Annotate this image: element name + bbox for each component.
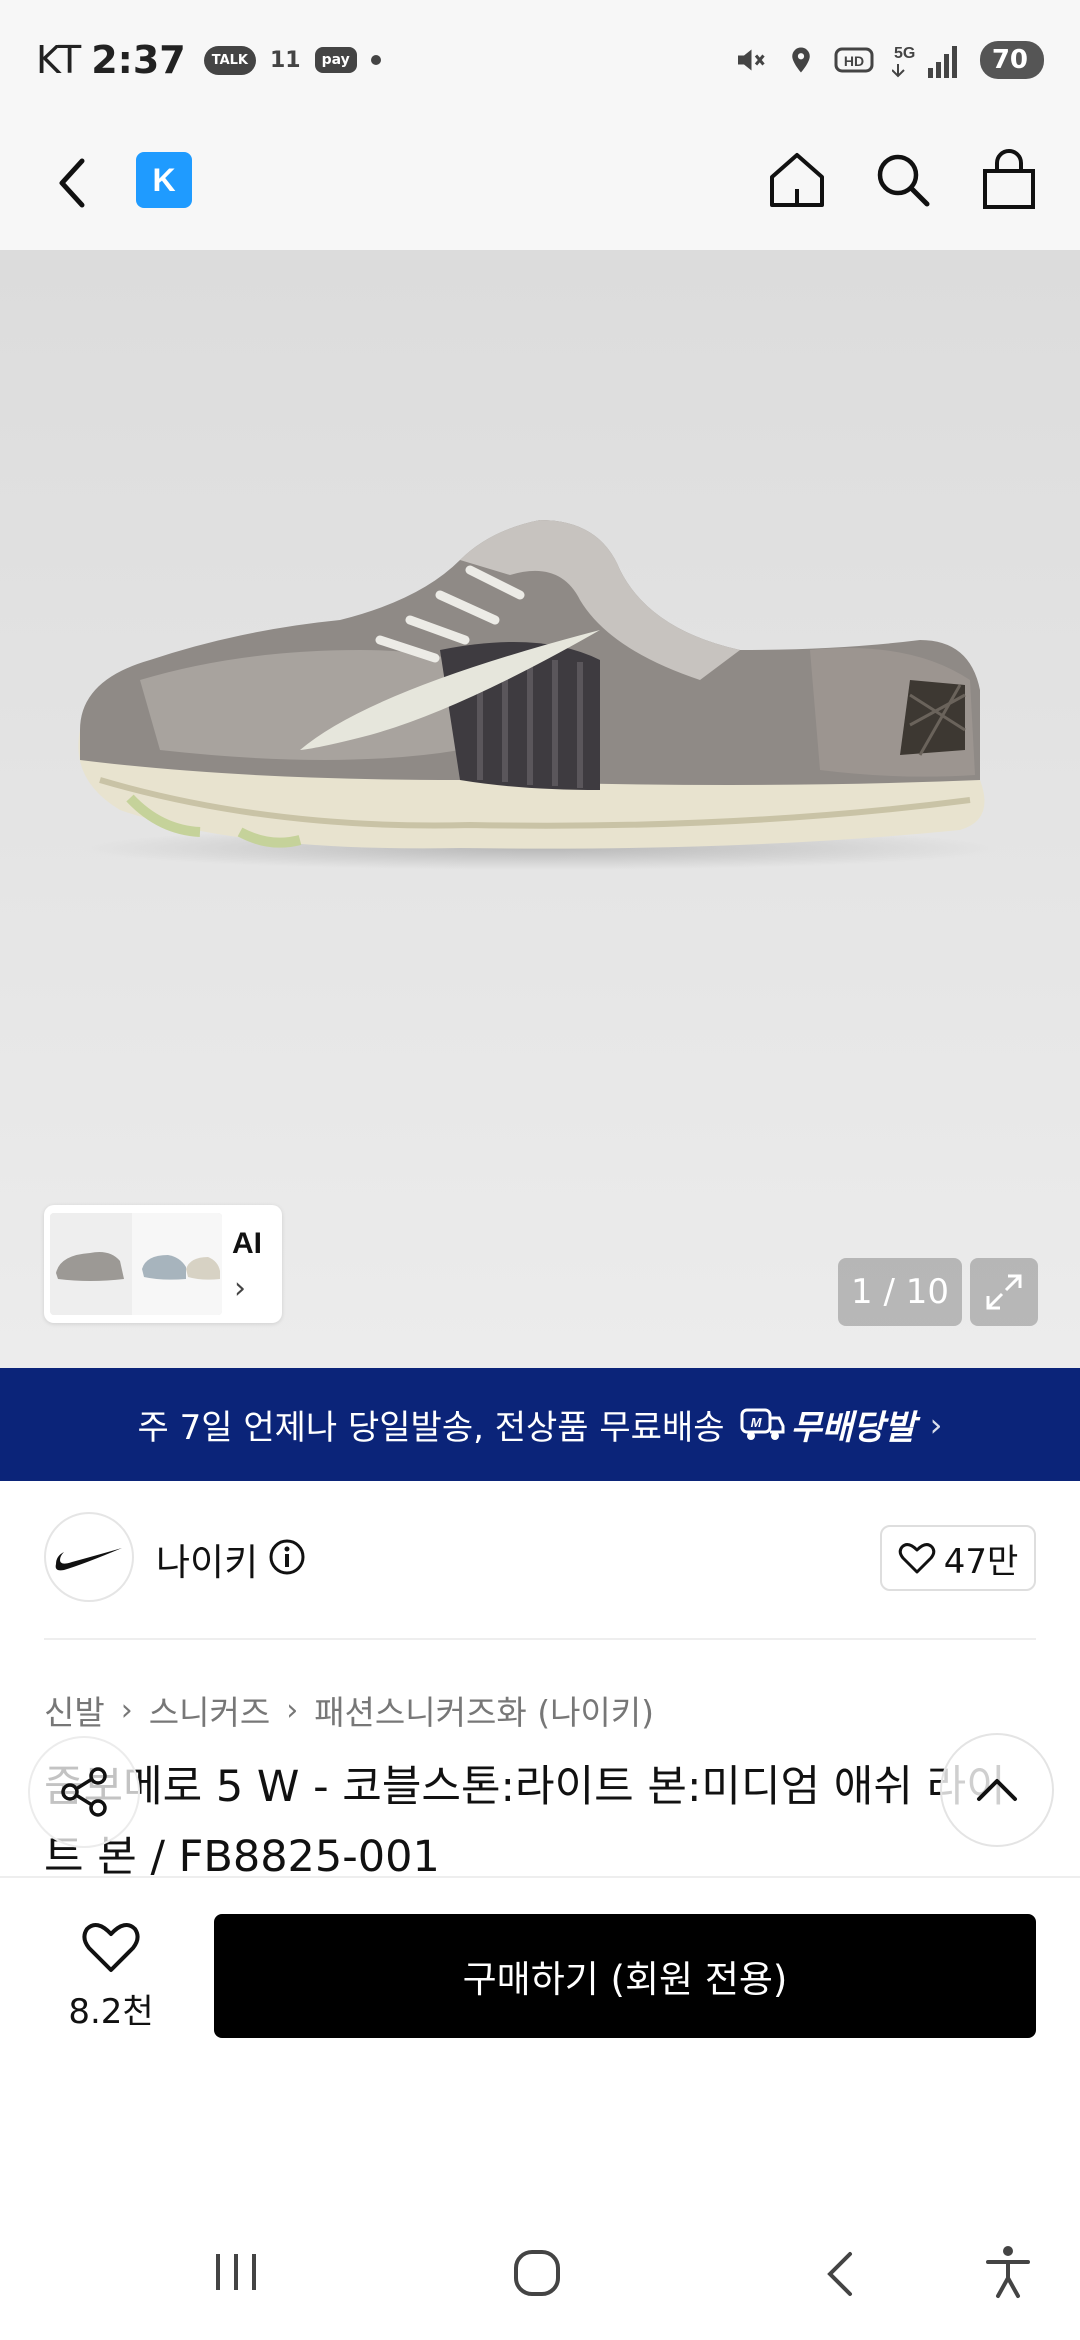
eleven-street-notification-icon: 11 [270,47,301,73]
home-button[interactable] [766,140,828,220]
notification-icons: TALK 11 pay [203,45,381,75]
carrier-label: KT [36,38,82,82]
home-nav-button[interactable] [512,2250,562,2300]
fullscreen-button[interactable] [970,1258,1038,1326]
svg-text:5G: 5G [894,45,915,62]
back-nav-button[interactable] [822,2250,858,2302]
share-button[interactable] [28,1736,140,1848]
svg-text:M: M [750,1415,762,1430]
brand-favorite-button[interactable]: 47만 [880,1525,1036,1591]
system-navigation-bar [0,2200,1080,2340]
delivery-truck-icon: M [740,1408,785,1440]
chevron-right-icon: › [286,1692,299,1728]
share-icon [61,1767,107,1817]
brand-row: 나이키 47만 [44,1512,1036,1602]
accessibility-icon [986,2246,1030,2298]
home-circle-icon [514,2250,560,2296]
cart-button[interactable] [978,140,1040,220]
promo-badge: 무배당발 [790,1408,916,1448]
free-same-day-logo: M 무배당발 [739,1400,916,1449]
nike-swoosh-icon [55,1548,122,1571]
kream-logo[interactable]: K [136,152,192,208]
product-title: 줌보메로 5 W - 코블스톤:라이트 본:미디엄 애쉬 라이트 본 / FB8… [44,1762,1006,1882]
app-header: K [0,120,1080,352]
chevron-right-icon: › [234,1271,246,1306]
ai-related-items-card[interactable]: AI › [44,1205,282,1323]
more-notifications-dot [370,55,381,65]
breadcrumb-item[interactable]: 신발 [44,1686,105,1734]
heart-outline-icon [82,1923,140,1972]
delivery-promo-banner[interactable]: 주 7일 언제나 당일발송, 전상품 무료배송 M 무배당발 › [0,1368,1080,1481]
bottom-action-bar: 8.2천 구매하기 (회원 전용) [0,1876,1080,2101]
system-icons: HD 5G 70 [732,40,1044,80]
recent-apps-button[interactable] [212,2250,260,2298]
divider [44,1638,1036,1640]
accessibility-button[interactable] [984,2244,1032,2304]
clock: 2:37 [91,38,186,82]
scroll-to-top-button[interactable] [940,1733,1054,1847]
ai-label: AI [232,1227,262,1260]
brand-info-button[interactable] [268,1538,306,1580]
5g-signal-icon: 5G [891,45,957,78]
chevron-left-icon [827,2252,852,2296]
breadcrumb: 신발 › 스니커즈 › 패션스니커즈화 (나이키) [44,1686,654,1734]
pay-notification-icon: pay [314,47,357,73]
recent-apps-icon [216,2254,256,2290]
product-image-gallery[interactable]: AI › 1 / 10 [0,250,1080,1368]
breadcrumb-item[interactable]: 스니커즈 [149,1686,270,1734]
chevron-up-icon [977,1779,1017,1801]
search-button[interactable] [872,140,934,220]
brand-name[interactable]: 나이키 [156,1532,258,1586]
heart-outline-icon [898,1543,935,1574]
expand-icon [986,1274,1022,1310]
back-button[interactable] [52,148,122,218]
breadcrumb-item[interactable]: 패션스니커즈화 (나이키) [314,1686,654,1734]
svg-text:HD: HD [844,53,864,69]
chevron-right-icon: › [120,1692,133,1728]
kakaotalk-notification-icon: TALK [203,45,256,75]
product-image-sneaker [78,520,1000,870]
wishlist-button[interactable]: 8.2천 [56,1920,166,2033]
location-icon [792,47,810,73]
chevron-right-icon: › [929,1405,943,1444]
chevron-left-icon [59,158,85,208]
brand-favorite-count: 47만 [943,1541,1019,1582]
search-icon [877,154,930,207]
brand-logo[interactable] [44,1512,134,1602]
status-bar: KT 2:37 TALK 11 pay HD 5G 70 [0,0,1080,120]
promo-text: 주 7일 언제나 당일발송, 전상품 무료배송 [137,1408,725,1448]
home-icon [770,153,824,207]
mute-icon [737,49,765,71]
related-items-thumbnail [50,1213,222,1315]
shopping-bag-icon [983,149,1035,209]
buy-button[interactable]: 구매하기 (회원 전용) [214,1914,1036,2038]
battery-icon: 70 [979,41,1044,79]
image-pager: 1 / 10 [838,1258,962,1326]
hd-voice-icon: HD [834,47,874,73]
wishlist-count: 8.2천 [68,1992,154,2032]
info-icon [269,1539,305,1575]
